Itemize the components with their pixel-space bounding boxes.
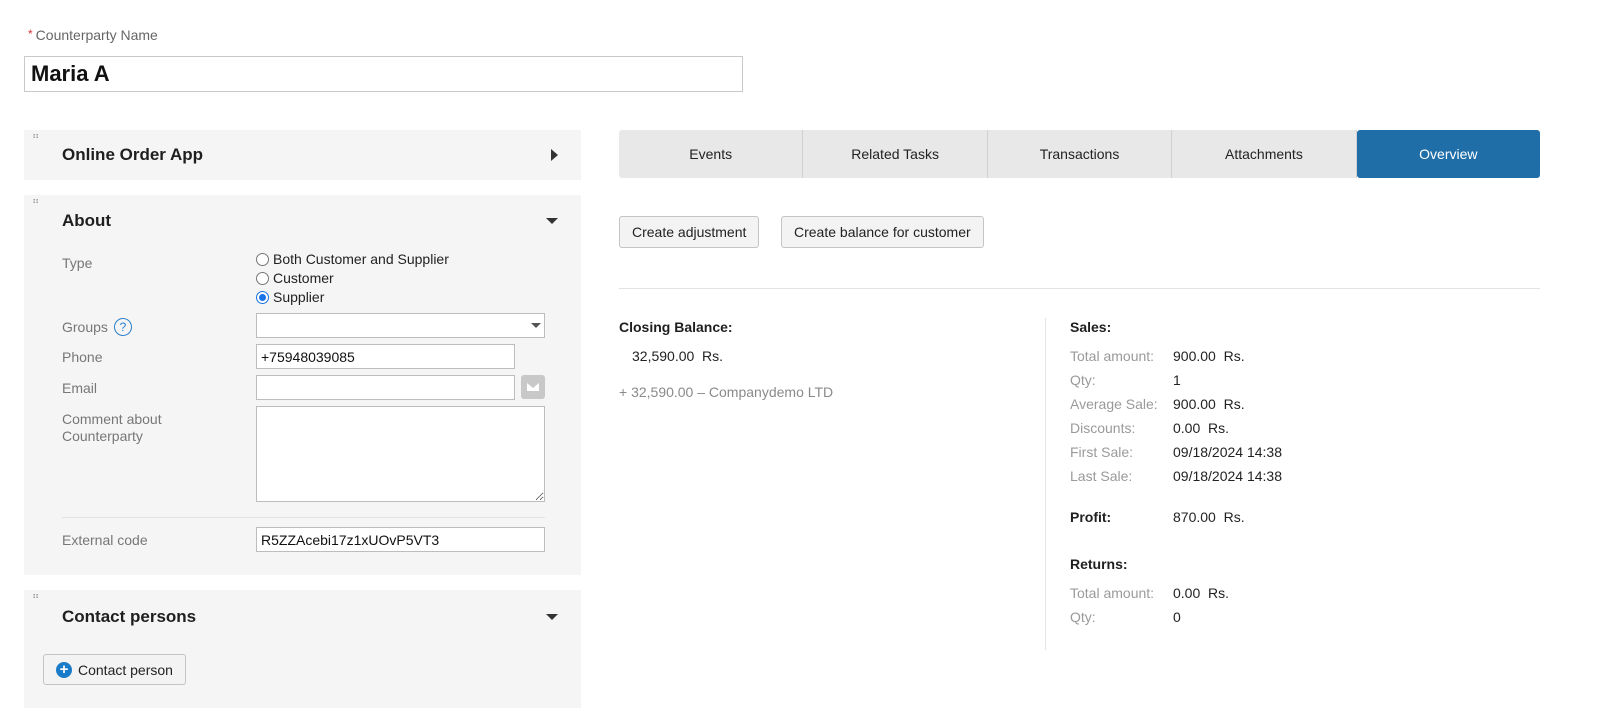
collapse-arrow-icon[interactable] (546, 218, 558, 224)
chevron-down-icon[interactable] (531, 323, 541, 328)
comment-label: Comment about Counterparty (62, 411, 162, 444)
required-mark: * (28, 27, 33, 41)
contact-persons-title[interactable]: Contact persons (62, 607, 196, 627)
tab-overview[interactable]: Overview (1356, 130, 1541, 178)
groups-label: Groups? (62, 318, 132, 336)
create-adjustment-button[interactable]: Create adjustment (619, 216, 760, 248)
sales-average-label: Average Sale: (1070, 396, 1158, 412)
divider (62, 517, 545, 518)
online-order-panel: ⠶ Online Order App (24, 130, 581, 180)
counterparty-name-label: * Counterparty Name (28, 27, 158, 43)
returns-total-amount-label: Total amount: (1070, 585, 1155, 601)
closing-balance-value: 32,590.00 Rs. (632, 348, 724, 364)
email-label: Email (62, 380, 98, 396)
help-icon[interactable]: ? (113, 318, 132, 336)
groups-select[interactable] (256, 313, 545, 338)
type-option-supplier[interactable]: Supplier (256, 289, 324, 305)
profit-value: 870.00 Rs. (1173, 509, 1245, 525)
sales-total-amount-value: 900.00 Rs. (1173, 348, 1245, 364)
sales-qty-label: Qty: (1070, 372, 1096, 388)
drag-handle-icon[interactable]: ⠶ (32, 197, 39, 207)
tab-bar: Events Related Tasks Transactions Attach… (619, 130, 1541, 178)
tab-transactions[interactable]: Transactions (987, 130, 1173, 178)
counterparty-name-input[interactable] (24, 56, 743, 92)
column-divider (1045, 318, 1046, 650)
sales-last-sale-label: Last Sale: (1070, 468, 1133, 484)
phone-input[interactable] (256, 344, 515, 369)
collapse-arrow-icon[interactable] (546, 614, 558, 620)
contact-persons-panel: ⠶ Contact persons + Contact person (24, 590, 581, 708)
type-option-customer-label: Customer (273, 270, 334, 286)
returns-qty-value: 0 (1173, 609, 1181, 625)
external-code-input[interactable] (256, 527, 545, 552)
radio-both[interactable] (256, 252, 269, 266)
sales-last-sale-value: 09/18/2024 14:38 (1173, 468, 1282, 484)
sales-first-sale-label: First Sale: (1070, 444, 1134, 460)
returns-total-amount-value: 0.00 Rs. (1173, 585, 1230, 601)
sales-qty-value: 1 (1173, 372, 1181, 388)
type-option-both-label: Both Customer and Supplier (273, 251, 449, 267)
tab-related-tasks[interactable]: Related Tasks (803, 130, 988, 178)
about-title[interactable]: About (62, 211, 111, 231)
divider (619, 288, 1540, 289)
plus-icon: + (56, 661, 72, 678)
groups-label-text: Groups (62, 318, 108, 335)
profit-label: Profit: (1070, 509, 1112, 525)
sales-discounts-value: 0.00 Rs. (1173, 420, 1230, 436)
online-order-title[interactable]: Online Order App (62, 145, 203, 165)
sales-average-value: 900.00 Rs. (1173, 396, 1245, 412)
type-option-both[interactable]: Both Customer and Supplier (256, 251, 449, 267)
type-option-customer[interactable]: Customer (256, 270, 334, 286)
email-input[interactable] (256, 375, 515, 400)
balance-detail: + 32,590.00 – Companydemo LTD (619, 384, 834, 400)
returns-qty-label: Qty: (1070, 609, 1096, 625)
sales-first-sale-value: 09/18/2024 14:38 (1173, 444, 1282, 460)
tab-events[interactable]: Events (619, 130, 804, 178)
returns-title: Returns: (1070, 556, 1128, 572)
send-mail-icon[interactable] (521, 375, 545, 399)
drag-handle-icon[interactable]: ⠶ (32, 592, 39, 602)
expand-arrow-icon[interactable] (551, 149, 558, 161)
counterparty-name-label-text: Counterparty Name (35, 27, 158, 43)
add-contact-person-label: Contact person (78, 661, 173, 678)
phone-label: Phone (62, 349, 103, 365)
sales-total-amount-label: Total amount: (1070, 348, 1155, 364)
closing-balance-title: Closing Balance: (619, 319, 733, 335)
sales-discounts-label: Discounts: (1070, 420, 1136, 436)
about-panel: ⠶ About Type Both Customer and Supplier … (24, 195, 581, 575)
drag-handle-icon[interactable]: ⠶ (32, 132, 39, 142)
comment-textarea[interactable] (256, 406, 545, 502)
create-balance-button[interactable]: Create balance for customer (781, 216, 984, 248)
radio-supplier[interactable] (256, 290, 269, 304)
tab-attachments[interactable]: Attachments (1172, 130, 1357, 178)
type-label: Type (62, 255, 93, 271)
type-option-supplier-label: Supplier (273, 289, 325, 305)
sales-title: Sales: (1070, 319, 1112, 335)
radio-customer[interactable] (256, 271, 269, 285)
add-contact-person-button[interactable]: + Contact person (43, 654, 186, 685)
external-code-label: External code (62, 532, 148, 548)
